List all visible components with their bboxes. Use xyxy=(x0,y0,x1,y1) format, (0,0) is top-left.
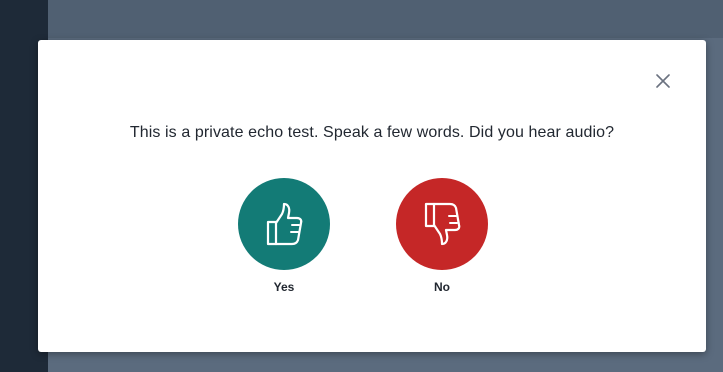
echo-test-dialog: This is a private echo test. Speak a few… xyxy=(38,40,706,352)
echo-test-message: This is a private echo test. Speak a few… xyxy=(129,124,615,141)
yes-choice: Yes xyxy=(236,178,332,294)
thumbs-down-icon xyxy=(424,202,461,246)
close-button[interactable] xyxy=(652,70,674,92)
yes-label: Yes xyxy=(273,280,295,294)
no-button[interactable] xyxy=(396,178,488,270)
no-choice: No xyxy=(394,178,490,294)
yes-button[interactable] xyxy=(238,178,330,270)
no-label: No xyxy=(434,280,450,294)
close-icon xyxy=(656,74,670,88)
thumbs-up-icon xyxy=(266,202,303,246)
app-header-backdrop xyxy=(48,0,723,38)
